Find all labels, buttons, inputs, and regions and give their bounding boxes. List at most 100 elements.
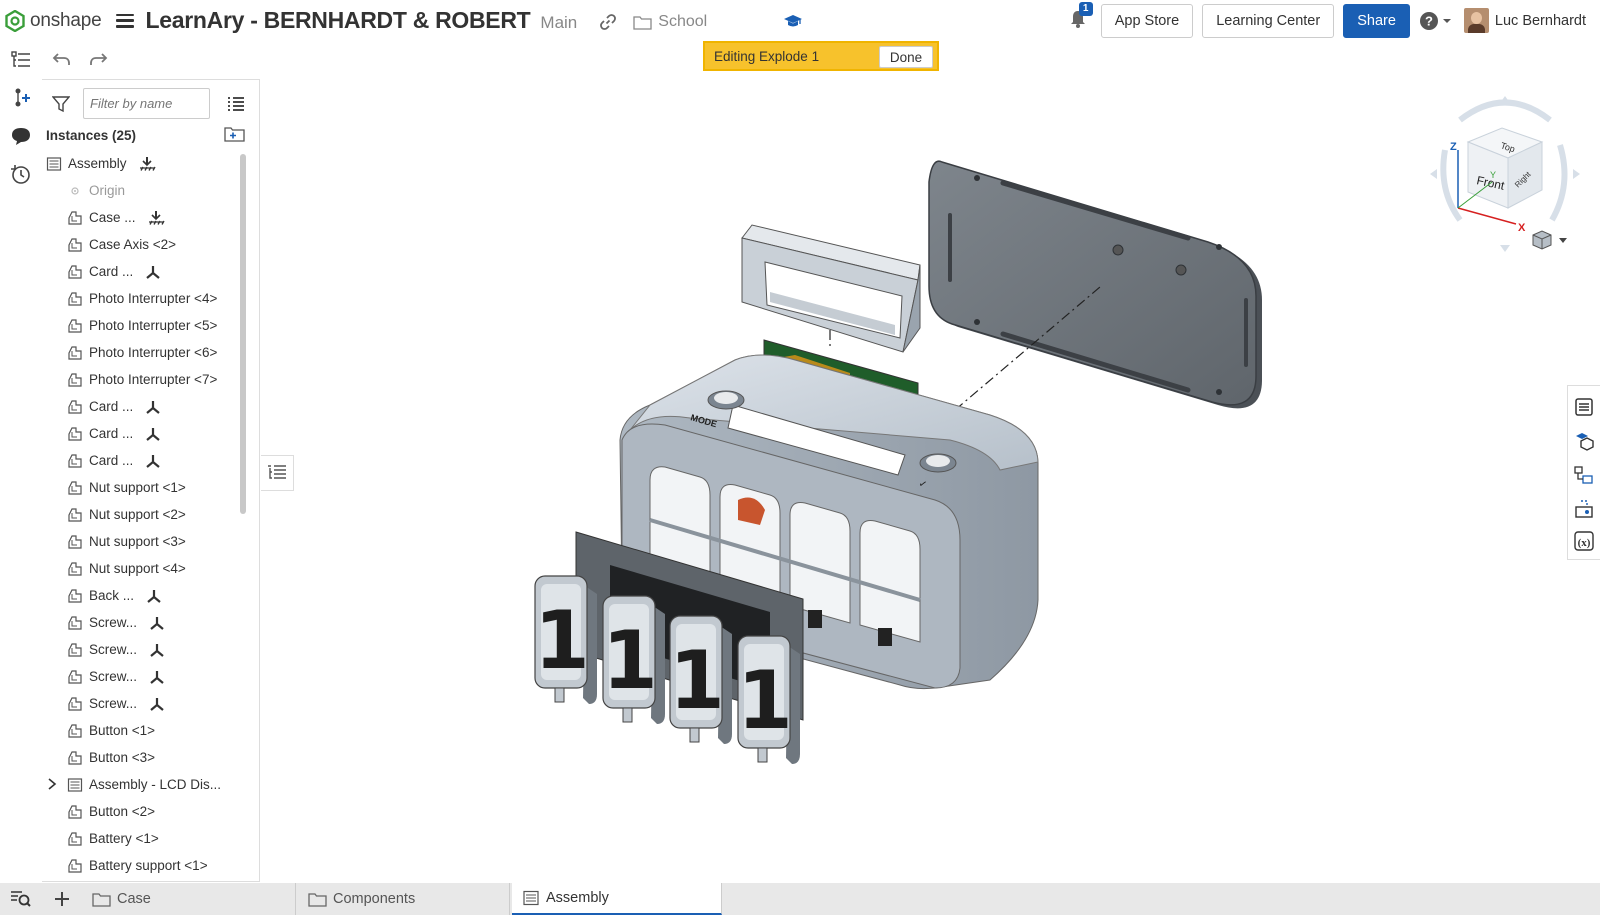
onshape-logo[interactable]: onshape	[5, 9, 102, 32]
folder-link[interactable]: School	[633, 13, 707, 31]
right-toolbar: (x)	[1567, 385, 1600, 560]
notifications[interactable]: 1	[1069, 2, 1093, 34]
fixed-icon	[138, 156, 156, 172]
back-plate[interactable]	[928, 160, 1262, 409]
axis-z: Z	[1450, 141, 1457, 153]
tree-item[interactable]: Battery support <1>	[67, 852, 208, 879]
filter-input[interactable]	[83, 88, 210, 119]
done-button[interactable]: Done	[879, 46, 933, 68]
tree-item-label: Nut support <4>	[89, 561, 186, 576]
tree-item[interactable]: Card ...	[67, 420, 162, 447]
instances-title: Instances (25)	[46, 128, 137, 143]
document-title[interactable]: LearnAry - BERNHARDT & ROBERT	[146, 7, 531, 34]
panel-toggle[interactable]	[261, 455, 294, 491]
filter-icon[interactable]	[52, 95, 70, 113]
svg-text:?: ?	[1425, 13, 1433, 28]
insert-mate-icon[interactable]	[10, 87, 32, 109]
search-tabs-icon[interactable]	[10, 889, 32, 909]
undo-redo-bar	[42, 41, 256, 77]
digit-card[interactable]: 1	[737, 635, 800, 764]
tree-item[interactable]: Card ...	[67, 393, 162, 420]
tree-item[interactable]: Battery <1>	[67, 825, 159, 852]
help-menu[interactable]: ?	[1419, 11, 1452, 31]
mate-icon	[145, 588, 163, 604]
part-icon	[67, 480, 83, 496]
part-icon	[67, 237, 83, 253]
tree-item[interactable]: Button <3>	[67, 744, 155, 771]
new-folder-icon[interactable]	[224, 125, 246, 143]
lcd-bezel[interactable]	[741, 224, 921, 353]
axis-x: X	[1518, 222, 1526, 234]
undo-icon[interactable]	[52, 50, 72, 68]
tree-item[interactable]: Card ...	[67, 258, 162, 285]
learning-cap-icon[interactable]	[783, 13, 803, 29]
tab-case[interactable]: Case	[82, 883, 296, 915]
user-menu[interactable]: Luc Bernhardt	[1463, 8, 1586, 33]
tree-item[interactable]: Photo Interrupter <4>	[67, 285, 217, 312]
chevron-right-icon[interactable]	[47, 777, 57, 791]
link-icon[interactable]	[599, 13, 617, 31]
tree-item[interactable]: Assembly - LCD Dis...	[48, 771, 221, 798]
tree-item[interactable]: Nut support <2>	[67, 501, 186, 528]
menu-icon[interactable]	[115, 13, 134, 28]
outline-toggle-icon	[268, 465, 286, 479]
digit-card[interactable]: 1	[669, 615, 732, 744]
appearances-icon[interactable]	[1573, 430, 1595, 452]
app-store-button[interactable]: App Store	[1100, 3, 1194, 38]
share-button[interactable]: Share	[1343, 3, 1410, 38]
tree-item[interactable]: Back ...	[67, 582, 163, 609]
tree-item[interactable]: Case Axis <2>	[67, 231, 176, 258]
tree-item[interactable]: Origin	[67, 177, 125, 204]
tree-item[interactable]: Screw...	[67, 663, 166, 690]
part-icon	[67, 264, 83, 280]
comments-icon[interactable]	[10, 125, 32, 147]
redo-icon[interactable]	[88, 50, 108, 68]
svg-text:(x): (x)	[1578, 537, 1591, 549]
tab-assembly[interactable]: Assembly	[512, 883, 722, 915]
history-icon[interactable]	[10, 163, 32, 185]
feature-list-icon[interactable]	[10, 49, 32, 71]
view-cube[interactable]: Top Front Right Z X Y	[1420, 90, 1590, 280]
part-icon	[67, 426, 83, 442]
top-right-controls: 1 App Store Learning Center Share ? Luc …	[1069, 0, 1600, 41]
tree-item[interactable]: Card ...	[67, 447, 162, 474]
tree-item[interactable]: Screw...	[67, 636, 166, 663]
plus-icon	[55, 892, 69, 906]
tree-item[interactable]: Screw...	[67, 609, 166, 636]
chevron-down-icon	[1442, 18, 1451, 23]
digit-card[interactable]: 1	[602, 595, 665, 724]
list-view-icon[interactable]	[227, 96, 245, 112]
tree-item-label: Battery <1>	[89, 831, 159, 846]
tab-components[interactable]: Components	[298, 883, 510, 915]
tree-item[interactable]: Assembly	[46, 150, 156, 177]
tree-item[interactable]: Photo Interrupter <7>	[67, 366, 217, 393]
tree-item[interactable]: Nut support <1>	[67, 474, 186, 501]
learning-center-button[interactable]: Learning Center	[1202, 3, 1335, 38]
variables-icon[interactable]: (x)	[1573, 530, 1595, 552]
tree-item-label: Button <2>	[89, 804, 156, 819]
properties-icon[interactable]	[1573, 396, 1595, 418]
tree-item-label: Origin	[89, 183, 126, 198]
tree-item[interactable]: Button <1>	[67, 717, 155, 744]
tree-item[interactable]: Button <2>	[67, 798, 155, 825]
panel-scrollbar[interactable]	[240, 154, 246, 514]
assembly-icon	[46, 156, 62, 172]
digit-card[interactable]: 1	[534, 575, 597, 704]
tree-item[interactable]: Case ...	[67, 204, 165, 231]
bom-icon[interactable]	[1573, 464, 1595, 486]
tree-item[interactable]: Screw...	[67, 690, 166, 717]
named-views-icon[interactable]	[1573, 498, 1595, 520]
tree-item[interactable]: Nut support <3>	[67, 528, 186, 555]
part-icon	[67, 399, 83, 415]
tree-item[interactable]: Nut support <4>	[67, 555, 186, 582]
view-options-icon[interactable]	[1532, 230, 1567, 250]
part-icon	[67, 561, 83, 577]
tree-item[interactable]: Photo Interrupter <6>	[67, 339, 217, 366]
mate-icon	[144, 453, 162, 469]
branch-label[interactable]: Main	[540, 13, 577, 33]
3d-viewport[interactable]: MODE ✓ 1111	[296, 79, 1566, 883]
digit-label: 1	[602, 614, 658, 707]
tree-item[interactable]: Photo Interrupter <5>	[67, 312, 217, 339]
add-tab-button[interactable]	[42, 883, 82, 915]
tree-item-label: Nut support <3>	[89, 534, 186, 549]
